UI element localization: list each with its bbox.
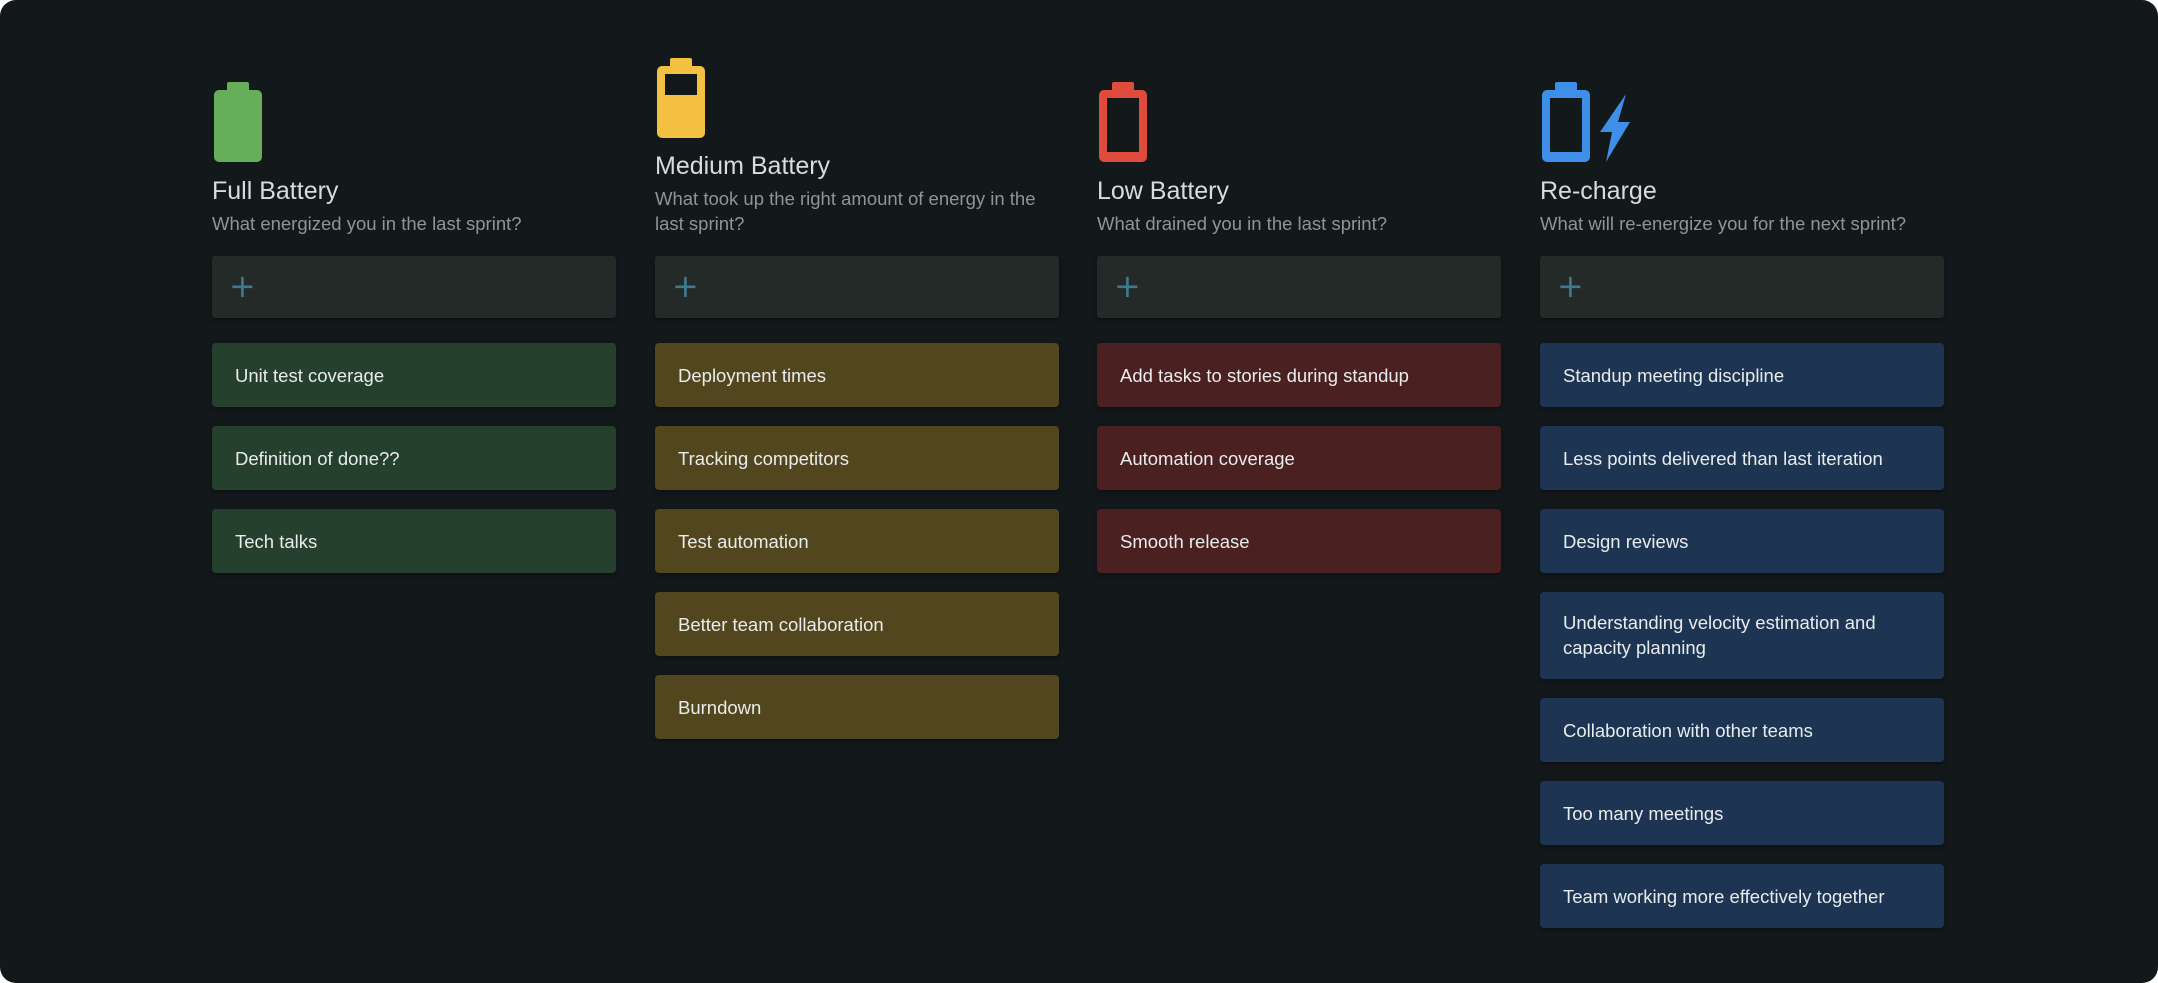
retro-card[interactable]: Less points delivered than last iteratio…	[1540, 426, 1944, 490]
column-subtitle: What took up the right amount of energy …	[655, 188, 1036, 234]
column-subtitle: What energized you in the last sprint?	[212, 213, 522, 234]
column-title: Medium Battery	[655, 152, 831, 180]
retro-card[interactable]: Deployment times	[655, 343, 1059, 407]
battery-recharge-icon	[1540, 80, 1630, 169]
column-title: Re-charge	[1540, 177, 1657, 205]
plus-icon: +	[1114, 267, 1141, 305]
plus-icon: +	[1557, 267, 1584, 305]
retro-card[interactable]: Definition of done??	[212, 426, 616, 490]
add-card-button[interactable]: +	[1097, 256, 1501, 318]
retro-card[interactable]: Better team collaboration	[655, 592, 1059, 656]
retro-card[interactable]: Automation coverage	[1097, 426, 1501, 490]
column-title: Low Battery	[1097, 177, 1230, 205]
retro-card[interactable]: Tracking competitors	[655, 426, 1059, 490]
retro-card[interactable]: Team working more effectively together	[1540, 864, 1944, 928]
add-card-button[interactable]: +	[1540, 256, 1944, 318]
battery-low-icon	[1097, 80, 1149, 169]
card-list: Unit test coverage Definition of done?? …	[212, 343, 616, 592]
card-list: Deployment times Tracking competitors Te…	[655, 343, 1059, 758]
battery-full-icon	[212, 80, 264, 169]
retrospective-board: Full Battery What energized you in the l…	[212, 0, 1945, 983]
retro-card[interactable]: Burndown	[655, 675, 1059, 739]
retro-card[interactable]: Collaboration with other teams	[1540, 698, 1944, 762]
retro-card[interactable]: Too many meetings	[1540, 781, 1944, 845]
column-subtitle: What drained you in the last sprint?	[1097, 213, 1387, 234]
column-title: Full Battery	[212, 177, 339, 205]
retro-card[interactable]: Tech talks	[212, 509, 616, 573]
add-card-button[interactable]: +	[212, 256, 616, 318]
retro-card[interactable]: Design reviews	[1540, 509, 1944, 573]
plus-icon: +	[229, 267, 256, 305]
retro-card[interactable]: Unit test coverage	[212, 343, 616, 407]
retro-card[interactable]: Add tasks to stories during standup	[1097, 343, 1501, 407]
add-card-button[interactable]: +	[655, 256, 1059, 318]
card-list: Standup meeting discipline Less points d…	[1540, 343, 1944, 947]
retro-card[interactable]: Test automation	[655, 509, 1059, 573]
retro-card[interactable]: Understanding velocity estimation and ca…	[1540, 592, 1944, 679]
plus-icon: +	[672, 267, 699, 305]
card-list: Add tasks to stories during standup Auto…	[1097, 343, 1501, 592]
retrospective-board-window: Full Battery What energized you in the l…	[0, 0, 2158, 983]
retro-card[interactable]: Smooth release	[1097, 509, 1501, 573]
column-subtitle: What will re-energize you for the next s…	[1540, 213, 1907, 234]
retro-card[interactable]: Standup meeting discipline	[1540, 343, 1944, 407]
battery-medium-icon	[655, 56, 707, 145]
